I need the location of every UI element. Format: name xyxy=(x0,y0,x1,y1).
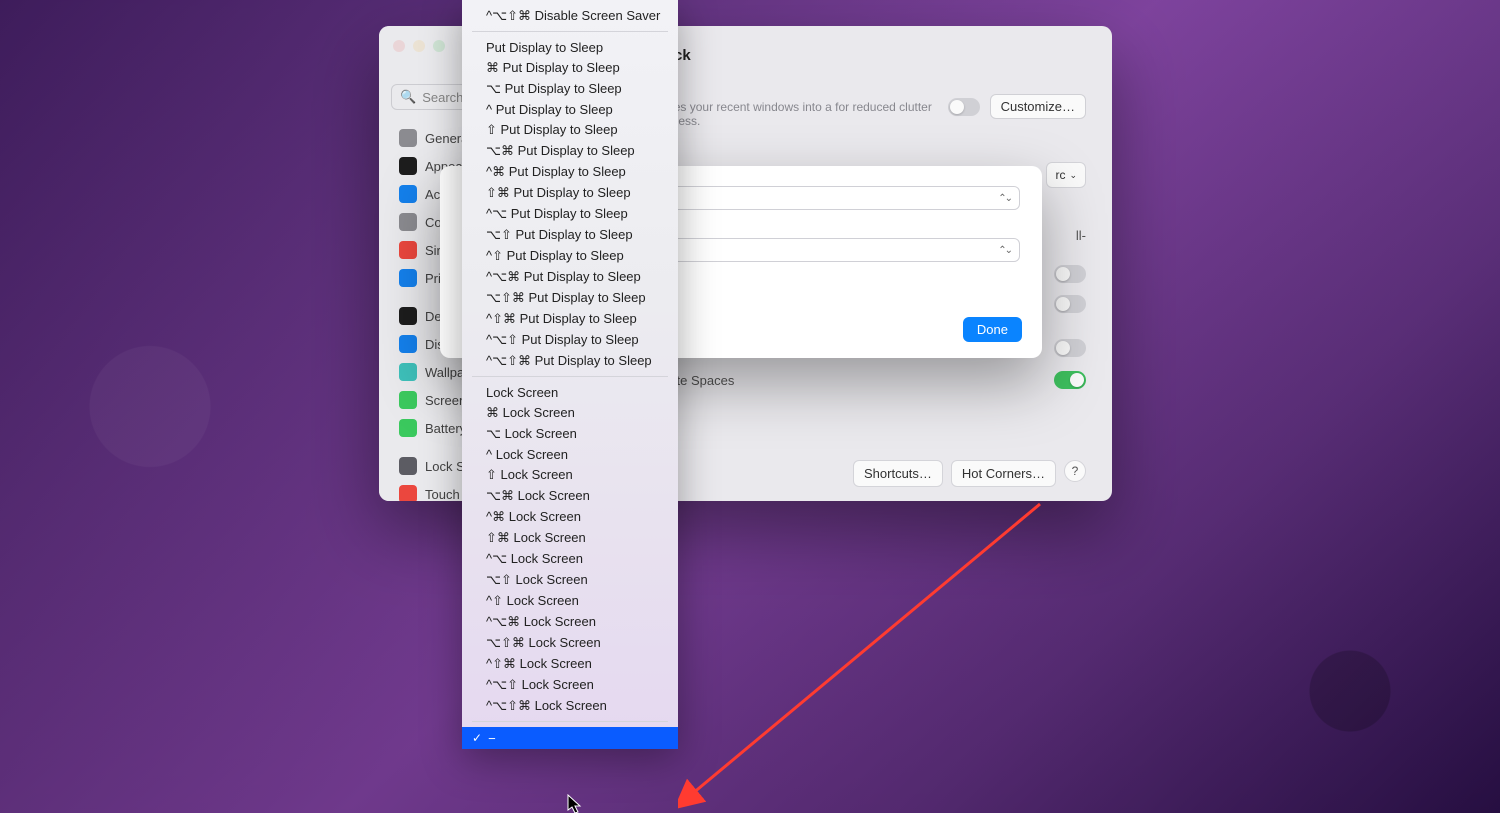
menu-item[interactable]: ^⌥ Put Display to Sleep xyxy=(462,203,678,224)
menu-item[interactable]: ⌥⇧ Put Display to Sleep xyxy=(462,224,678,245)
menu-item[interactable]: ⌘ Lock Screen xyxy=(462,402,678,423)
recent-dropdown[interactable]: rc⌄ xyxy=(1046,162,1086,188)
menu-item[interactable]: ⌥⇧ Lock Screen xyxy=(462,569,678,590)
menu-item[interactable]: ⌥ Lock Screen xyxy=(462,423,678,444)
sidebar-icon xyxy=(399,213,417,231)
chevron-updown-icon: ⌃⌄ xyxy=(998,193,1011,204)
menu-item[interactable]: ^⇧⌘ Lock Screen xyxy=(462,653,678,674)
sidebar-icon xyxy=(399,269,417,287)
menu-item[interactable]: ⌥⌘ Put Display to Sleep xyxy=(462,140,678,161)
sidebar-icon xyxy=(399,335,417,353)
separate-spaces-toggle[interactable] xyxy=(1054,371,1086,389)
menu-separator xyxy=(472,31,668,32)
menu-item[interactable]: ⇧ Lock Screen xyxy=(462,464,678,485)
shortcuts-button[interactable]: Shortcuts… xyxy=(853,460,943,487)
menu-separator xyxy=(472,376,668,377)
menu-item[interactable]: ⇧⌘ Lock Screen xyxy=(462,527,678,548)
menu-item[interactable]: ⇧ Put Display to Sleep xyxy=(462,119,678,140)
sidebar-icon xyxy=(399,157,417,175)
menu-item[interactable]: ^ Put Display to Sleep xyxy=(462,99,678,119)
menu-item[interactable]: ^⇧ Put Display to Sleep xyxy=(462,245,678,266)
menu-item[interactable]: ^⌥ Lock Screen xyxy=(462,548,678,569)
menu-item[interactable]: Put Display to Sleep xyxy=(462,37,678,57)
sidebar-icon xyxy=(399,485,417,501)
help-button[interactable]: ? xyxy=(1064,460,1086,482)
search-placeholder: Search xyxy=(422,90,463,105)
menu-item[interactable]: ^ Lock Screen xyxy=(462,444,678,464)
stage-manager-toggle[interactable] xyxy=(948,98,980,116)
menu-item[interactable]: ⌥⇧⌘ Put Display to Sleep xyxy=(462,287,678,308)
menu-separator xyxy=(472,721,668,722)
customize-button[interactable]: Customize… xyxy=(990,94,1086,119)
menu-item[interactable]: Lock Screen xyxy=(462,382,678,402)
sidebar-icon xyxy=(399,307,417,325)
menu-item[interactable]: ^⌘ Put Display to Sleep xyxy=(462,161,678,182)
menu-item[interactable]: ^⌥⇧⌘ Put Display to Sleep xyxy=(462,350,678,371)
group-by-app-toggle[interactable] xyxy=(1054,339,1086,357)
menu-item[interactable]: ^⌥⌘ Put Display to Sleep xyxy=(462,266,678,287)
hot-corners-button[interactable]: Hot Corners… xyxy=(951,460,1056,487)
menu-item[interactable]: ^⌘ Lock Screen xyxy=(462,506,678,527)
menu-item[interactable]: ^⇧ Lock Screen xyxy=(462,590,678,611)
menu-item[interactable]: ^⌥⇧⌘ Disable Screen Saver xyxy=(462,5,678,26)
chevron-updown-icon: ⌃⌄ xyxy=(998,245,1011,256)
menu-item[interactable]: ⌥ Put Display to Sleep xyxy=(462,78,678,99)
sidebar-icon xyxy=(399,241,417,259)
sidebar-icon xyxy=(399,129,417,147)
menu-item[interactable]: ⇧⌘ Put Display to Sleep xyxy=(462,182,678,203)
sidebar-icon xyxy=(399,185,417,203)
ll-text: ll- xyxy=(1076,228,1086,243)
sidebar-icon xyxy=(399,391,417,409)
search-icon: 🔍 xyxy=(400,89,416,105)
menu-item[interactable]: ⌥⇧⌘ Lock Screen xyxy=(462,632,678,653)
menu-item[interactable]: ⌥⌘ Lock Screen xyxy=(462,485,678,506)
menu-item[interactable]: ^⇧⌘ Put Display to Sleep xyxy=(462,308,678,329)
toggle-2[interactable] xyxy=(1054,295,1086,313)
menu-item[interactable]: ⌘ Put Display to Sleep xyxy=(462,57,678,78)
menu-item[interactable]: ^⌥⌘ Lock Screen xyxy=(462,611,678,632)
chevron-down-icon: ⌄ xyxy=(1069,170,1077,181)
menu-item-label: − xyxy=(488,731,496,746)
toggle-1[interactable] xyxy=(1054,265,1086,283)
sidebar-item-label: Battery xyxy=(425,421,466,436)
sidebar-icon xyxy=(399,363,417,381)
menu-item-none[interactable]: ✓ − xyxy=(462,727,678,749)
sidebar-icon xyxy=(399,419,417,437)
menu-item[interactable]: ^⌥⇧ Put Display to Sleep xyxy=(462,329,678,350)
sidebar-icon xyxy=(399,457,417,475)
hot-corner-action-menu[interactable]: ^⌥⇧⌘ Disable Screen Saver Put Display to… xyxy=(462,0,678,749)
checkmark-icon: ✓ xyxy=(472,731,482,745)
menu-item[interactable]: ^⌥⇧ Lock Screen xyxy=(462,674,678,695)
menu-item[interactable]: ^⌥⇧⌘ Lock Screen xyxy=(462,695,678,716)
done-button[interactable]: Done xyxy=(963,317,1022,342)
